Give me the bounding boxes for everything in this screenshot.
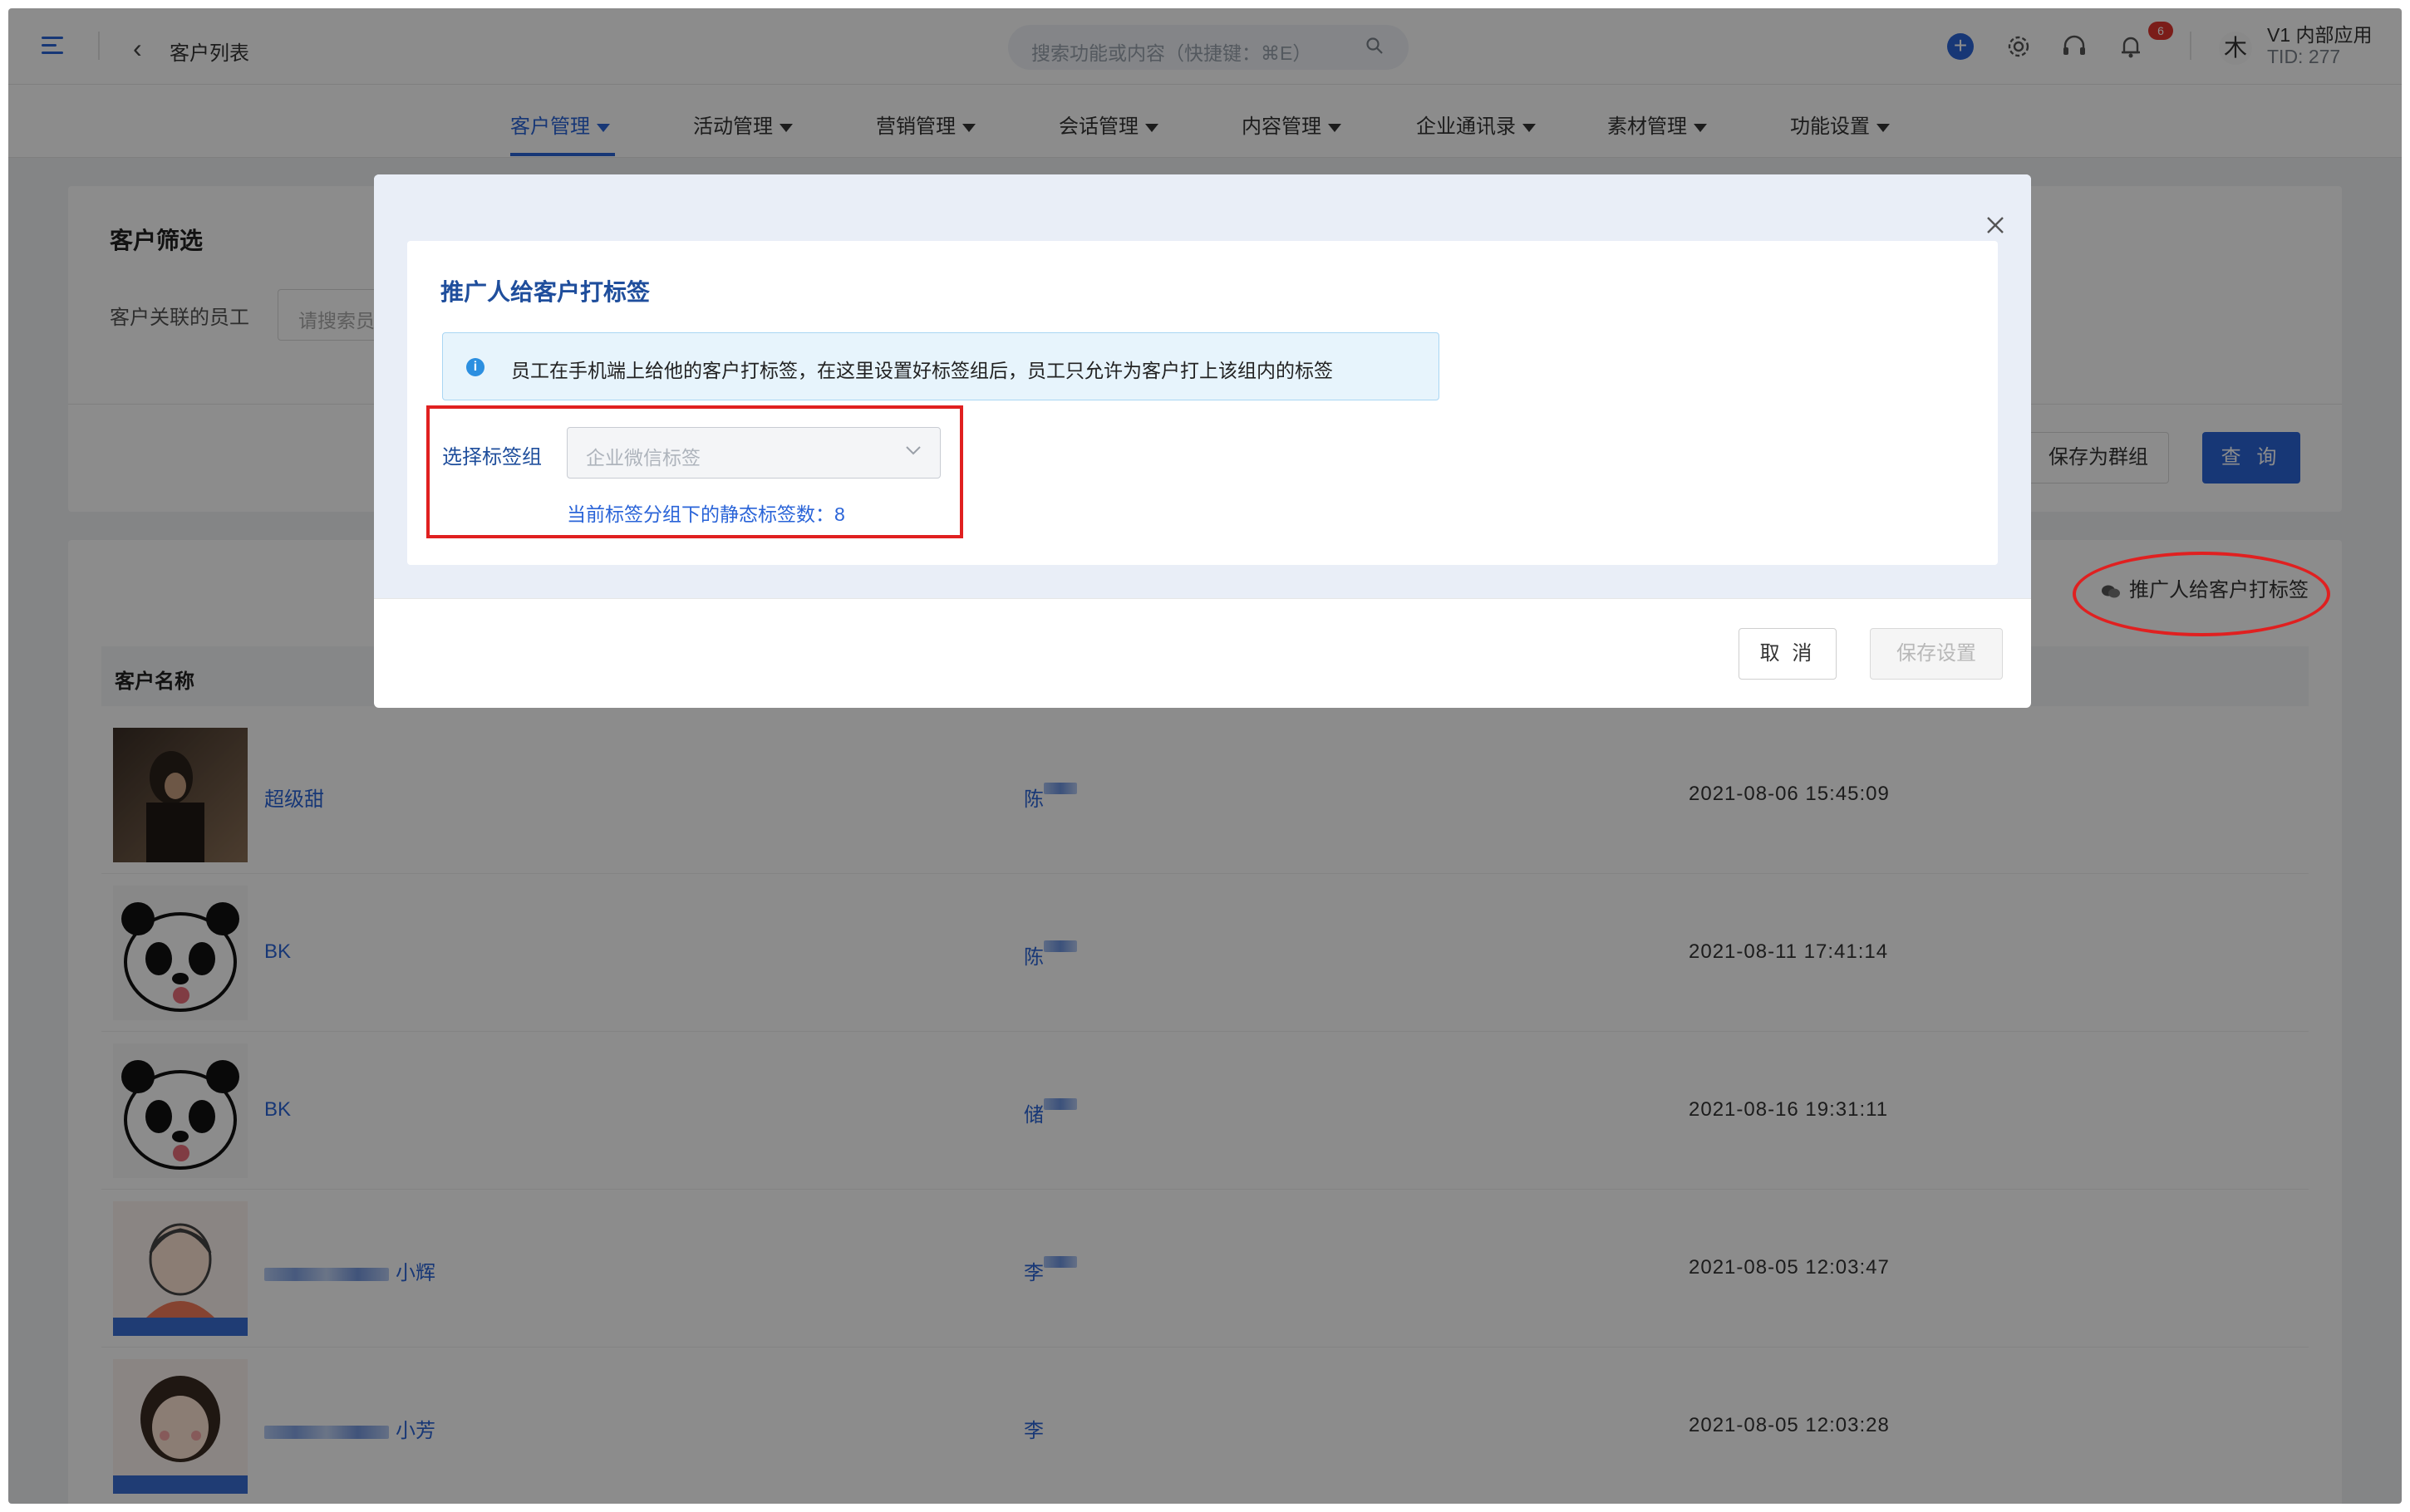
- info-icon: i: [466, 358, 484, 376]
- dialog-title: 推广人给客户打标签: [440, 279, 651, 305]
- dialog-content-panel: 推广人给客户打标签 i 员工在手机端上给他的客户打标签，在这里设置好标签组后，员…: [407, 241, 1998, 565]
- promoter-tag-dialog: 推广人给客户打标签 i 员工在手机端上给他的客户打标签，在这里设置好标签组后，员…: [374, 174, 2031, 708]
- info-text: 员工在手机端上给他的客户打标签，在这里设置好标签组后，员工只允许为客户打上该组内…: [511, 360, 1333, 381]
- divider: [374, 598, 2031, 599]
- highlight-ellipse: [2073, 552, 2330, 636]
- highlight-box: [426, 405, 963, 538]
- app-window: ‹ 客户列表 搜索功能或内容（快捷键：⌘E） + 6 木 V1 内部应用 TID…: [8, 8, 2402, 1504]
- info-alert: i 员工在手机端上给他的客户打标签，在这里设置好标签组后，员工只允许为客户打上该…: [442, 332, 1439, 400]
- save-settings-button[interactable]: 保存设置: [1870, 628, 2003, 680]
- cancel-button[interactable]: 取 消: [1739, 628, 1837, 680]
- close-icon[interactable]: [1983, 213, 2008, 238]
